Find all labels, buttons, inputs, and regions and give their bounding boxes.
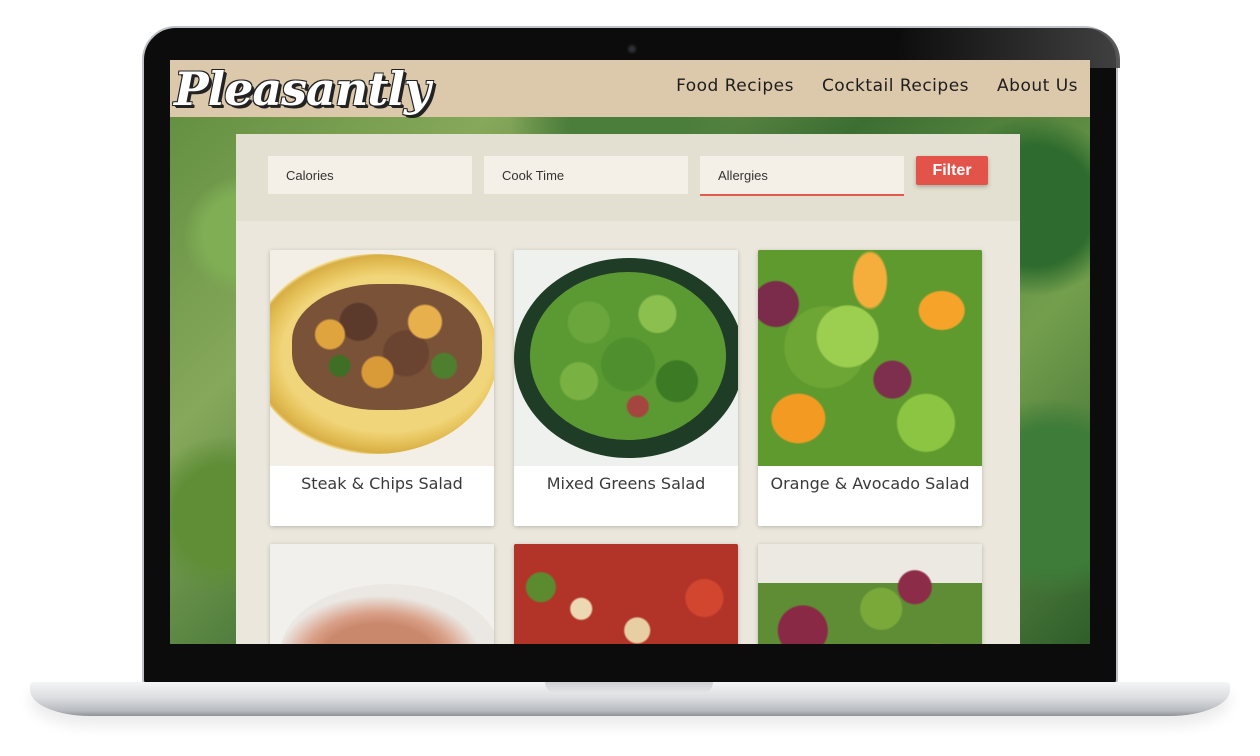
recipe-card[interactable]: Orange & Avocado Salad <box>758 250 982 526</box>
recipe-card[interactable] <box>514 544 738 644</box>
shrimp-dish-photo <box>270 544 494 644</box>
recipe-card[interactable] <box>270 544 494 644</box>
nav-links: Food Recipes Cocktail Recipes About Us <box>676 76 1078 96</box>
dish-shape <box>280 584 494 644</box>
salad-shape <box>758 250 982 466</box>
leafy-salad-photo <box>758 544 982 644</box>
filter-button[interactable]: Filter <box>916 156 988 185</box>
recipe-card[interactable] <box>758 544 982 644</box>
leaves-shape <box>530 272 726 440</box>
steak-salad-photo <box>270 250 494 466</box>
laptop-notch <box>545 682 713 694</box>
mix-shape <box>514 544 738 644</box>
mixed-greens-photo <box>514 250 738 466</box>
recipe-title: Mixed Greens Salad <box>546 474 706 493</box>
navbar: Pleasantly Food Recipes Cocktail Recipes… <box>170 60 1090 117</box>
recipe-card[interactable]: Steak & Chips Salad <box>270 250 494 526</box>
orange-avocado-photo <box>758 250 982 466</box>
recipe-title: Orange & Avocado Salad <box>770 474 970 493</box>
cook-time-field[interactable]: Cook Time <box>484 156 688 194</box>
webcam-icon <box>627 44 637 54</box>
strawberry-nut-salad-photo <box>514 544 738 644</box>
filter-bar: Calories Cook Time Allergies Filter <box>236 134 1020 221</box>
mix-shape <box>758 544 982 644</box>
content-panel: Calories Cook Time Allergies Filter Stea… <box>236 134 1020 644</box>
site-logo[interactable]: Pleasantly <box>174 62 431 116</box>
recipe-card[interactable]: Mixed Greens Salad <box>514 250 738 526</box>
recipe-title: Steak & Chips Salad <box>301 474 463 493</box>
laptop-screen: Pleasantly Food Recipes Cocktail Recipes… <box>170 60 1090 644</box>
nav-food-recipes[interactable]: Food Recipes <box>676 76 794 96</box>
calories-field[interactable]: Calories <box>268 156 472 194</box>
nav-about-us[interactable]: About Us <box>997 76 1078 96</box>
allergies-field[interactable]: Allergies <box>700 156 904 196</box>
nav-cocktail-recipes[interactable]: Cocktail Recipes <box>822 76 969 96</box>
food-shape <box>292 284 482 410</box>
